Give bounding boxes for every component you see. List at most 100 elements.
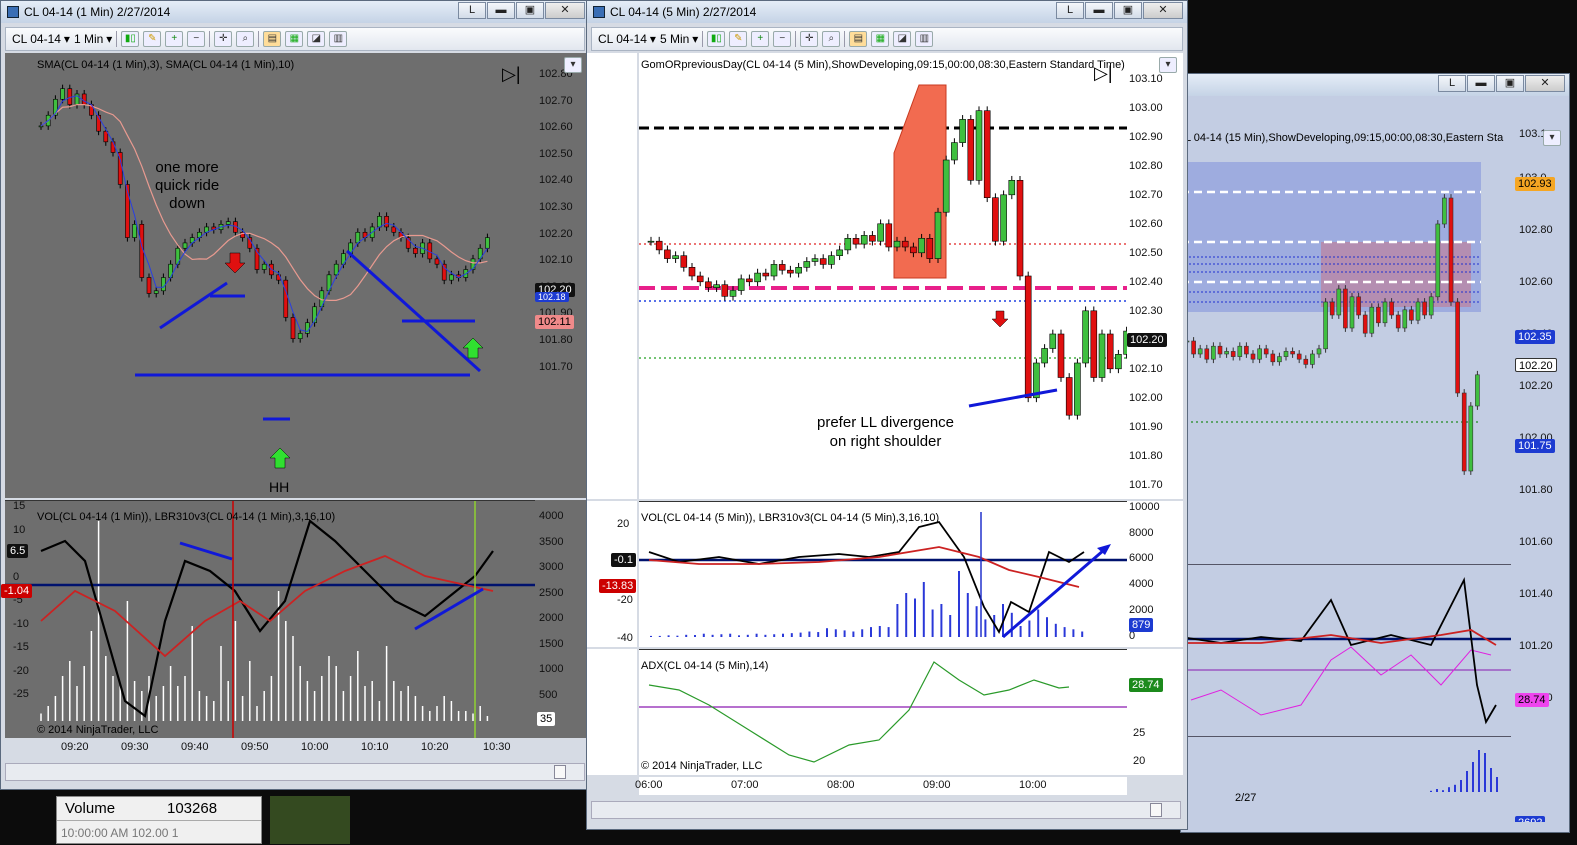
strategy-icon[interactable]: ▤: [849, 31, 868, 47]
time-tick-label: 09:00: [923, 779, 951, 791]
candle: [182, 242, 188, 249]
axis-tick-label: 102.60: [1519, 276, 1553, 288]
candle: [778, 264, 786, 271]
candle: [1349, 296, 1355, 329]
market-data-panel: Volume 103268 10:00:00 AM 102.00 1: [56, 796, 262, 844]
candle: [1362, 314, 1368, 334]
candle: [1250, 353, 1256, 360]
time-tick-label: 09:30: [121, 741, 149, 753]
divider: [209, 31, 211, 47]
pencil-icon[interactable]: ✎: [143, 31, 162, 47]
candle: [664, 249, 671, 259]
divider: [844, 31, 846, 47]
axis-tick-label: 20: [1133, 755, 1146, 767]
axis-tick-label: 102.90: [1129, 131, 1163, 143]
zoom-in-icon[interactable]: +: [165, 31, 184, 47]
volume-pane-5min: VOL(CL 04-14 (5 Min)), LBR310v3(CL 04-14…: [639, 501, 1127, 647]
scroll-to-end-icon[interactable]: ▷|: [1094, 63, 1113, 84]
bar-type-icon[interactable]: ▮▯: [707, 31, 726, 47]
candle: [1442, 197, 1447, 225]
axis-tick-label: 102.30: [539, 201, 573, 213]
volume-label: Volume: [65, 800, 116, 817]
osc-value2-tag: -1.04: [1, 584, 33, 598]
oscillator-line: [1190, 646, 1492, 716]
window-title: CL 04-14 (1 Min) 2/27/2014: [24, 5, 171, 19]
candle: [1277, 356, 1282, 363]
minimize-button[interactable]: ▬: [1085, 2, 1113, 19]
close-button[interactable]: ✕: [545, 2, 585, 19]
indicators-icon[interactable]: ▦: [871, 31, 890, 47]
axis-tick-label: 102.40: [1129, 276, 1163, 288]
dropdown-arrow-icon[interactable]: ▾: [564, 57, 582, 73]
osc-value2-tag: -13.83: [599, 579, 637, 593]
dropdown-arrow-icon[interactable]: ▾: [1543, 130, 1561, 146]
candle: [1415, 301, 1421, 321]
candle: [1448, 197, 1454, 303]
data-box-icon[interactable]: ▥: [915, 31, 934, 47]
axis-tick-label: 20: [617, 518, 630, 530]
candle: [434, 258, 440, 265]
interval-selector[interactable]: 1 Min ▾: [74, 32, 112, 46]
window-controls: L ▬ ▣ ✕: [457, 2, 585, 19]
osc-axis-left: 200-20-40: [587, 501, 637, 647]
candle: [290, 317, 296, 339]
window-controls: L ▬ ▣ ✕: [1437, 75, 1565, 92]
candle: [951, 142, 958, 161]
axis-tick-label: 102.80: [1519, 224, 1553, 236]
link-button[interactable]: L: [458, 2, 486, 19]
data-box-icon[interactable]: ▥: [329, 31, 348, 47]
axis-tick-label: 10000: [1129, 501, 1160, 513]
horizontal-scrollbar[interactable]: [5, 763, 585, 781]
zoom-out-icon[interactable]: −: [773, 31, 792, 47]
scrollbar-thumb[interactable]: [1150, 803, 1162, 817]
candle: [647, 240, 655, 243]
candle: [672, 255, 679, 259]
candle: [729, 290, 737, 297]
dropdown-arrow-icon[interactable]: ▾: [1159, 57, 1177, 73]
link-button[interactable]: L: [1056, 2, 1084, 19]
maximize-button[interactable]: ▣: [1496, 75, 1524, 92]
indicators-icon[interactable]: ▦: [285, 31, 304, 47]
close-button[interactable]: ✕: [1525, 75, 1565, 92]
interval-selector[interactable]: 5 Min ▾: [660, 32, 698, 46]
time-tick-label: 10:00: [301, 741, 329, 753]
axis-tick-label: 102.20: [1519, 380, 1553, 392]
axis-tick-label: -40: [617, 632, 633, 644]
chart-properties-icon[interactable]: ◪: [893, 31, 912, 47]
link-button[interactable]: L: [1438, 75, 1466, 92]
maximize-button[interactable]: ▣: [516, 2, 544, 19]
instrument-selector[interactable]: CL 04-14 ▾: [598, 32, 656, 46]
candle: [1303, 358, 1309, 365]
scrollbar-thumb[interactable]: [554, 765, 566, 779]
magnifier-icon[interactable]: ⌕: [822, 31, 841, 47]
volume-last-tag: 35: [537, 712, 556, 726]
candle: [910, 246, 917, 254]
candle: [926, 238, 934, 259]
candle: [283, 279, 289, 318]
crosshair-icon[interactable]: ✛: [214, 31, 233, 47]
candle: [153, 290, 159, 294]
candle: [391, 226, 397, 233]
maximize-button[interactable]: ▣: [1114, 2, 1142, 19]
close-button[interactable]: ✕: [1143, 2, 1183, 19]
zoom-in-icon[interactable]: +: [751, 31, 770, 47]
minimize-button[interactable]: ▬: [487, 2, 515, 19]
bar-type-icon[interactable]: ▮▯: [121, 31, 140, 47]
instrument-selector[interactable]: CL 04-14 ▾: [12, 32, 70, 46]
pencil-icon[interactable]: ✎: [729, 31, 748, 47]
magnifier-icon[interactable]: ⌕: [236, 31, 255, 47]
candle: [1389, 301, 1394, 316]
strategy-icon[interactable]: ▤: [263, 31, 282, 47]
candle: [1230, 351, 1236, 357]
horizontal-scrollbar[interactable]: [591, 801, 1181, 819]
axis-tick-label: 102.10: [1129, 363, 1163, 375]
candle: [38, 125, 44, 128]
zoom-out-icon[interactable]: −: [187, 31, 206, 47]
scroll-to-end-icon[interactable]: ▷|: [502, 63, 524, 85]
candle: [901, 240, 909, 248]
minimize-button[interactable]: ▬: [1467, 75, 1495, 92]
crosshair-icon[interactable]: ✛: [800, 31, 819, 47]
osc-value-tag: -0.1: [611, 553, 636, 567]
chart-properties-icon[interactable]: ◪: [307, 31, 326, 47]
left-margin: [587, 649, 637, 775]
